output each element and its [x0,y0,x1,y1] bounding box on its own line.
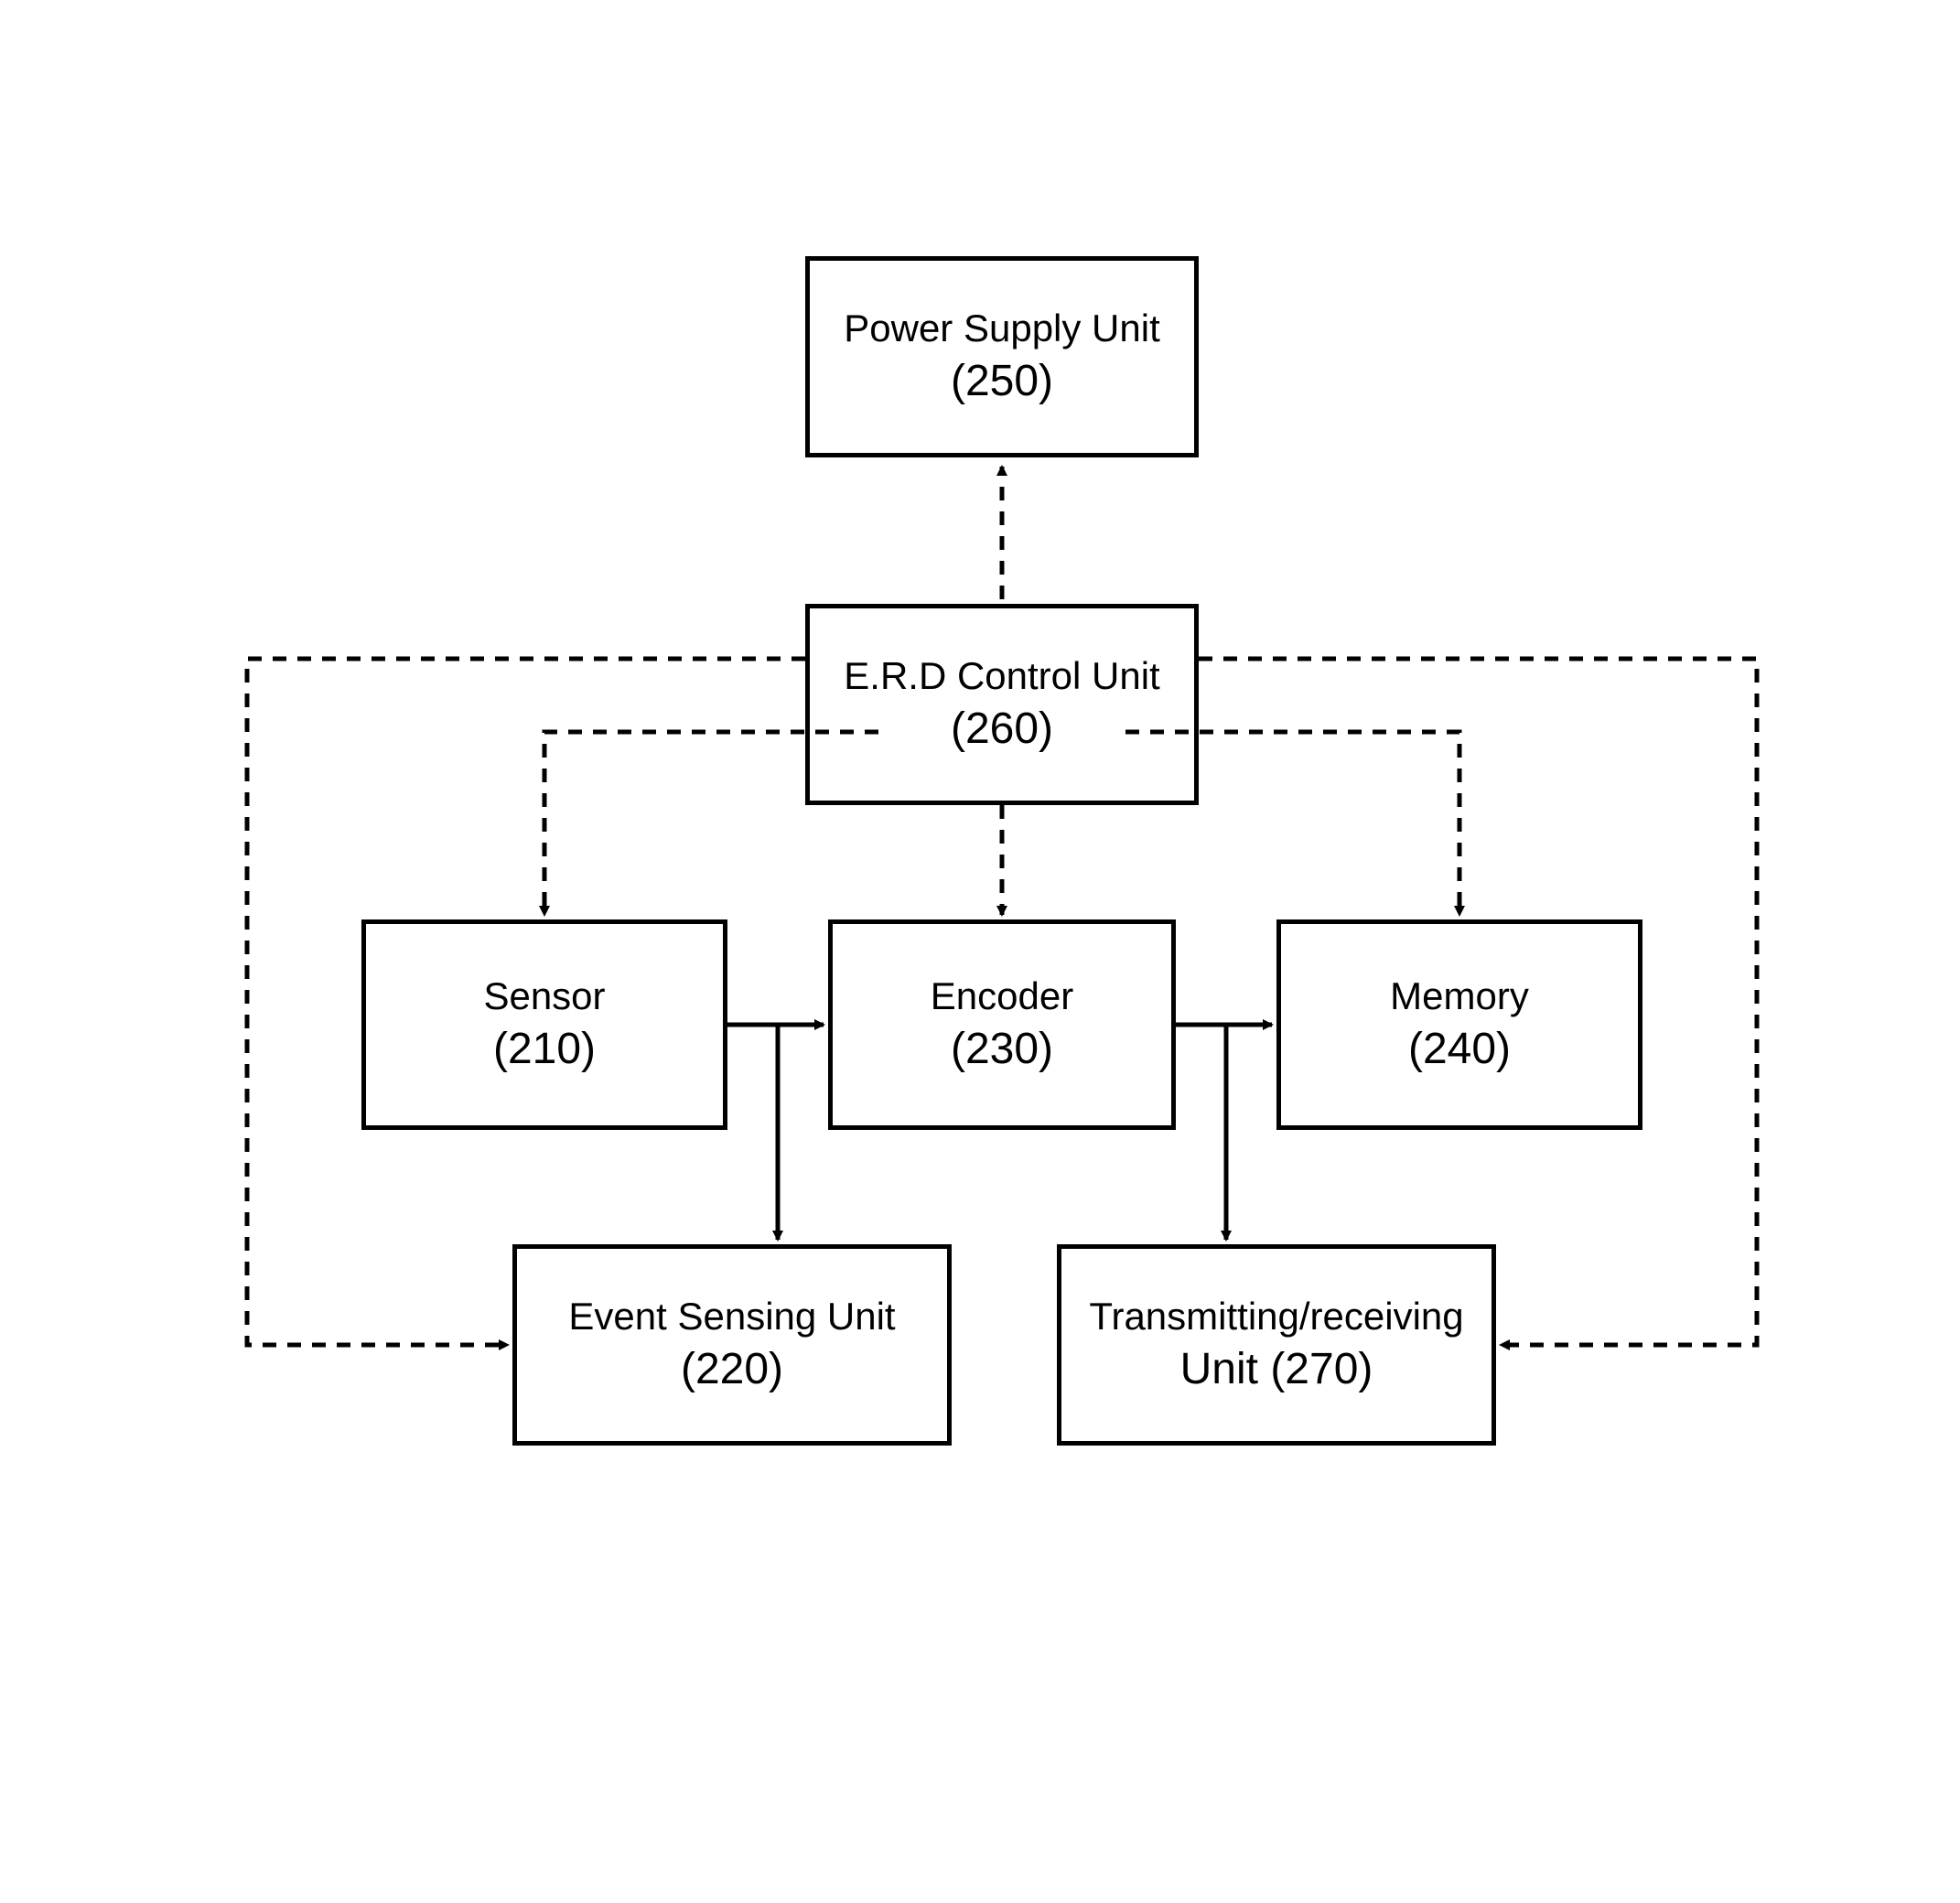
box-sensor: Sensor (210) [361,919,727,1130]
transmitting-label: Transmitting/receiving [1089,1292,1463,1342]
power-supply-number: (250) [951,353,1053,410]
box-memory: Memory (240) [1276,919,1642,1130]
control-unit-label: E.R.D Control Unit [844,651,1159,702]
box-encoder: Encoder (230) [828,919,1176,1130]
event-sensing-number: (220) [681,1341,783,1398]
power-supply-label: Power Supply Unit [844,304,1160,354]
memory-number: (240) [1408,1021,1511,1078]
transmitting-number: Unit (270) [1180,1341,1373,1398]
sensor-label: Sensor [483,972,605,1022]
box-event-sensing: Event Sensing Unit (220) [512,1244,952,1446]
box-control-unit: E.R.D Control Unit (260) [805,604,1199,805]
memory-label: Memory [1390,972,1529,1022]
encoder-number: (230) [951,1021,1053,1078]
block-diagram: Power Supply Unit (250) E.R.D Control Un… [0,0,1960,1903]
control-unit-number: (260) [951,701,1053,758]
box-power-supply: Power Supply Unit (250) [805,256,1199,457]
box-transmitting: Transmitting/receiving Unit (270) [1057,1244,1496,1446]
event-sensing-label: Event Sensing Unit [568,1292,895,1342]
encoder-label: Encoder [931,972,1073,1022]
sensor-number: (210) [493,1021,596,1078]
